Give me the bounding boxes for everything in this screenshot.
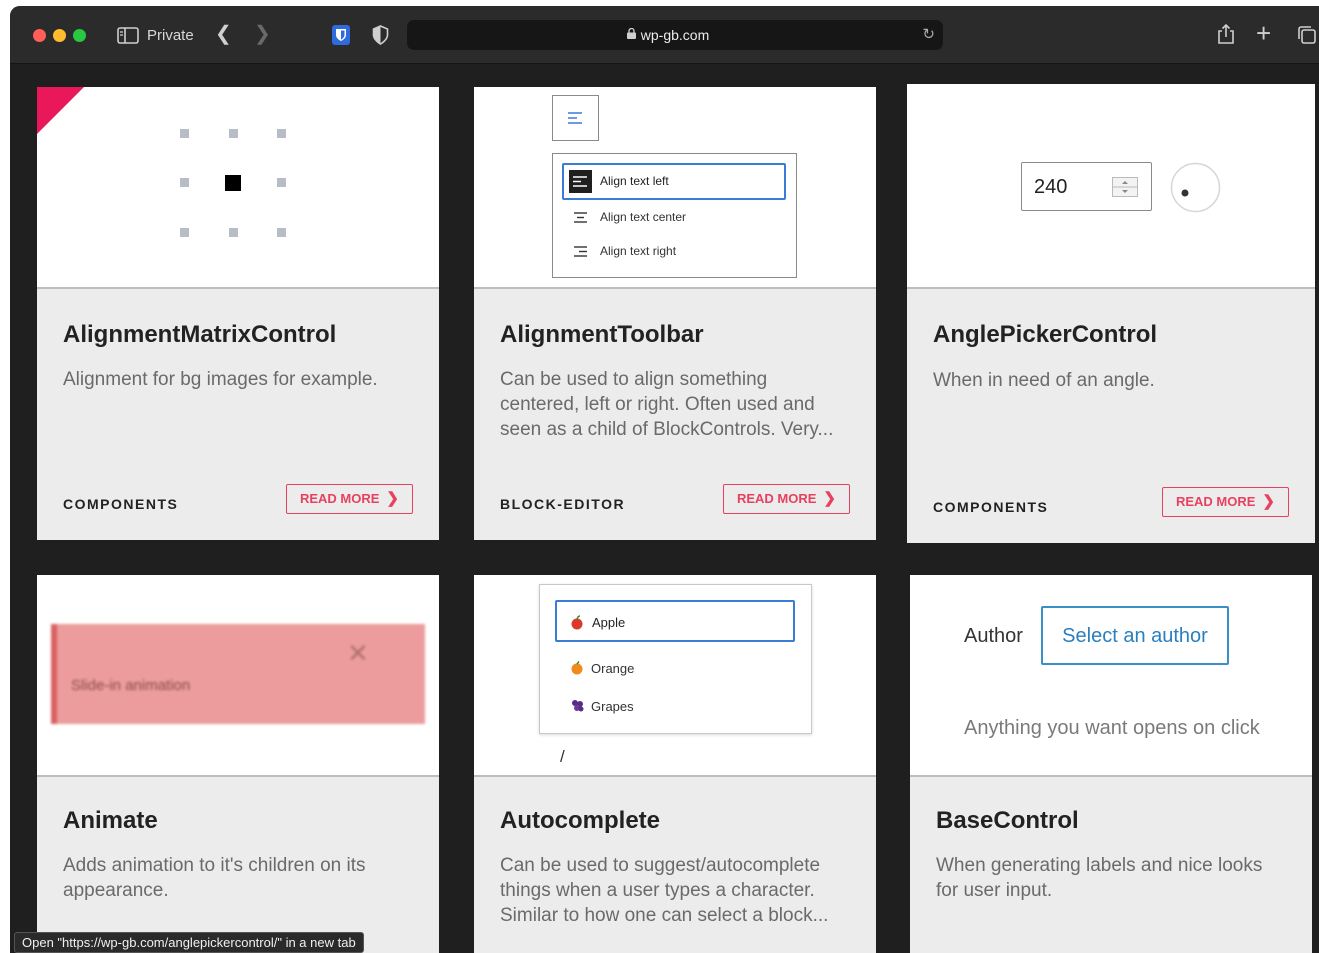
matrix-point[interactable] bbox=[277, 228, 286, 237]
status-bar-link-preview: Open "https://wp-gb.com/anglepickercontr… bbox=[14, 932, 364, 953]
card-description: When in need of an angle. bbox=[933, 370, 1155, 391]
matrix-point[interactable] bbox=[277, 178, 286, 187]
forward-icon[interactable]: ❯ bbox=[254, 24, 271, 44]
align-dropdown-menu: Align text left Align text center Align … bbox=[552, 153, 797, 278]
align-option-label[interactable]: Align text right bbox=[600, 244, 676, 258]
read-more-button[interactable]: READ MORE ❯ bbox=[722, 484, 850, 514]
align-option-label[interactable]: Align text center bbox=[600, 210, 686, 224]
card-preview bbox=[37, 87, 439, 289]
card-title[interactable]: BaseControl bbox=[936, 807, 1079, 835]
select-author-button[interactable]: Select an author bbox=[1041, 606, 1229, 665]
reload-icon[interactable]: ↻ bbox=[922, 25, 935, 43]
address-bar[interactable]: wp-gb.com ↻ bbox=[407, 20, 943, 50]
matrix-point[interactable] bbox=[180, 178, 189, 187]
new-tab-icon[interactable]: + bbox=[1256, 20, 1271, 46]
private-label: Private bbox=[147, 27, 194, 44]
field-label: Author bbox=[964, 625, 1023, 647]
card-animate[interactable]: Slide-in animation ✕ Animate Adds animat… bbox=[37, 575, 439, 953]
grapes-icon bbox=[572, 700, 584, 712]
matrix-point[interactable] bbox=[277, 129, 286, 138]
card-category[interactable]: COMPONENTS bbox=[933, 499, 1048, 515]
card-title[interactable]: Autocomplete bbox=[500, 807, 660, 835]
chevron-right-icon: ❯ bbox=[823, 490, 836, 507]
card-category[interactable]: COMPONENTS bbox=[63, 496, 178, 512]
orange-icon bbox=[571, 661, 583, 675]
read-more-button[interactable]: READ MORE ❯ bbox=[285, 484, 413, 514]
angle-number-input[interactable]: 240 bbox=[1021, 162, 1152, 211]
card-preview: 240 bbox=[907, 84, 1315, 289]
card-title[interactable]: AnglePickerControl bbox=[933, 321, 1157, 349]
card-title[interactable]: AlignmentMatrixControl bbox=[63, 321, 336, 349]
bitwarden-icon[interactable] bbox=[332, 25, 350, 45]
card-description: Adds animation to it's children on its a… bbox=[63, 855, 366, 901]
card-alignment-toolbar[interactable]: Align text left Align text center Align … bbox=[474, 87, 876, 540]
close-icon: ✕ bbox=[347, 638, 369, 668]
shield-icon[interactable] bbox=[372, 25, 389, 45]
zoom-window-button[interactable] bbox=[73, 29, 86, 42]
card-preview: Align text left Align text center Align … bbox=[474, 87, 876, 289]
typed-trigger-text[interactable]: / bbox=[560, 747, 565, 767]
sidebar-icon[interactable] bbox=[117, 27, 139, 44]
align-option-selected[interactable]: Align text left bbox=[562, 163, 786, 200]
card-description: When generating labels and nice looks fo… bbox=[936, 855, 1263, 901]
align-left-icon bbox=[568, 112, 582, 124]
minimize-window-button[interactable] bbox=[53, 29, 66, 42]
chevron-right-icon: ❯ bbox=[386, 490, 399, 507]
chevron-right-icon: ❯ bbox=[1262, 493, 1275, 510]
tabs-overview-icon[interactable] bbox=[1297, 26, 1317, 44]
apple-icon bbox=[571, 615, 583, 630]
card-description: Alignment for bg images for example. bbox=[63, 369, 378, 390]
card-base-control[interactable]: Author Select an author Anything you wan… bbox=[910, 575, 1312, 953]
autocomplete-popover: Apple Orange Grapes bbox=[539, 584, 812, 734]
read-more-button[interactable]: READ MORE ❯ bbox=[1161, 487, 1289, 517]
card-category[interactable]: BLOCK-EDITOR bbox=[500, 496, 625, 512]
matrix-point[interactable] bbox=[180, 129, 189, 138]
card-title[interactable]: Animate bbox=[63, 807, 158, 835]
card-description: Can be used to align something centered,… bbox=[500, 369, 834, 440]
read-more-label: READ MORE bbox=[736, 491, 817, 506]
card-description: Can be used to suggest/autocomplete thin… bbox=[500, 855, 829, 926]
card-autocomplete[interactable]: Apple Orange Grapes / Autocomplete Can b… bbox=[474, 575, 876, 953]
browser-toolbar: Private ❮ ❯ wp-gb.com ↻ + bbox=[10, 6, 1319, 64]
browser-window: Private ❮ ❯ wp-gb.com ↻ + AlignmentMatri… bbox=[10, 6, 1319, 953]
card-preview: Apple Orange Grapes / bbox=[474, 575, 876, 777]
read-more-label: READ MORE bbox=[1175, 494, 1256, 509]
animation-notice-text: Slide-in animation bbox=[71, 677, 191, 694]
align-option-label: Align text left bbox=[600, 174, 669, 188]
autocomplete-option-selected[interactable]: Apple bbox=[555, 600, 795, 642]
card-preview: Slide-in animation ✕ bbox=[37, 575, 439, 777]
matrix-point-selected[interactable] bbox=[225, 175, 241, 191]
matrix-point[interactable] bbox=[180, 228, 189, 237]
align-left-icon bbox=[569, 170, 592, 193]
matrix-point[interactable] bbox=[229, 129, 238, 138]
card-alignment-matrix-control[interactable]: AlignmentMatrixControl Alignment for bg … bbox=[37, 87, 439, 540]
featured-corner-icon bbox=[37, 87, 84, 134]
card-title[interactable]: AlignmentToolbar bbox=[500, 321, 704, 349]
url-text: wp-gb.com bbox=[640, 27, 710, 43]
read-more-label: READ MORE bbox=[299, 491, 380, 506]
align-right-icon bbox=[574, 246, 587, 257]
angle-dial-icon[interactable] bbox=[1170, 162, 1221, 213]
autocomplete-option-label[interactable]: Orange bbox=[591, 661, 634, 676]
autocomplete-option-label: Apple bbox=[592, 615, 626, 630]
angle-value: 240 bbox=[1034, 176, 1068, 198]
card-preview: Author Select an author Anything you wan… bbox=[910, 575, 1312, 777]
close-window-button[interactable] bbox=[33, 29, 46, 42]
autocomplete-option-label[interactable]: Grapes bbox=[591, 699, 634, 714]
card-angle-picker-control[interactable]: 240 AnglePickerControl When in need of a… bbox=[907, 84, 1315, 543]
matrix-point[interactable] bbox=[229, 228, 238, 237]
align-center-icon bbox=[574, 212, 587, 223]
back-icon[interactable]: ❮ bbox=[215, 24, 232, 44]
share-icon[interactable] bbox=[1217, 23, 1235, 45]
field-help-text: Anything you want opens on click bbox=[964, 717, 1260, 739]
animation-notice: Slide-in animation ✕ bbox=[51, 624, 425, 724]
align-toggle-button[interactable] bbox=[552, 95, 599, 141]
select-author-label: Select an author bbox=[1062, 625, 1208, 647]
spinner-icon[interactable] bbox=[1112, 177, 1138, 197]
